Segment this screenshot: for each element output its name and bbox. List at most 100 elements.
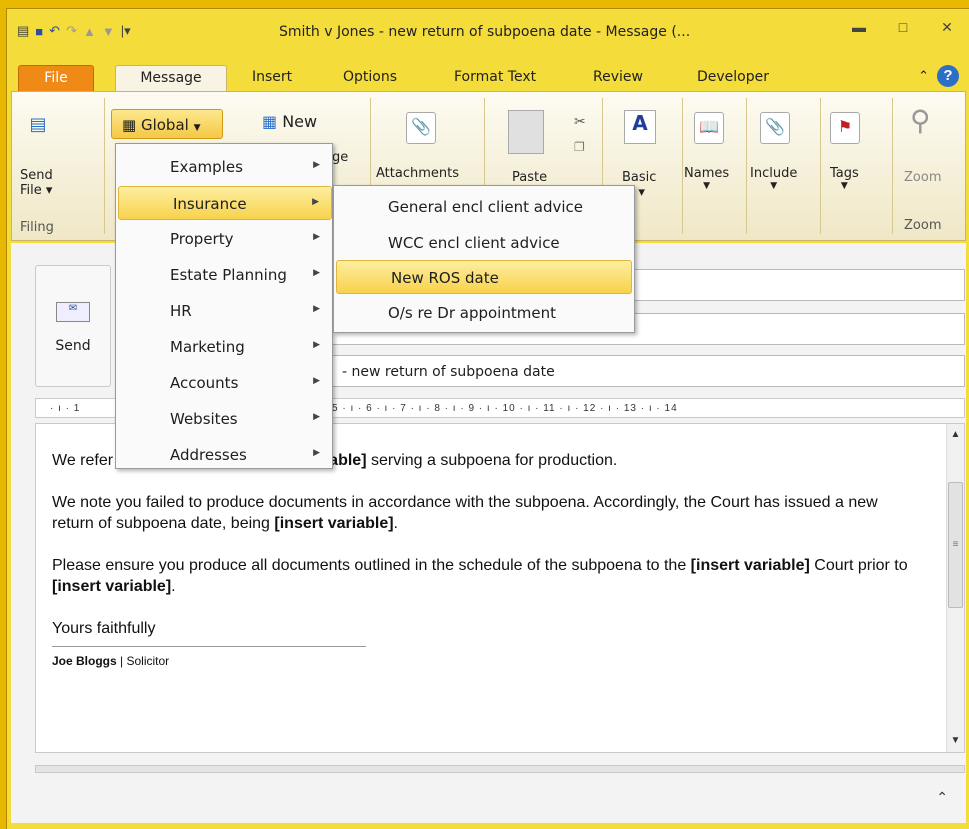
ribbon-separator [892, 98, 893, 234]
menu-item-property[interactable]: Property ▶ [116, 222, 332, 256]
menu-item-estate-planning[interactable]: Estate Planning ▶ [116, 258, 332, 292]
tab-format-text[interactable]: Format Text [454, 65, 536, 91]
submenu-arrow-icon: ▶ [312, 197, 319, 207]
undo-icon[interactable]: ↶ [49, 23, 60, 39]
zoom-button[interactable]: Zoom [904, 170, 941, 185]
subject-field[interactable]: - new return of subpoena date [309, 355, 965, 387]
send-button[interactable]: ✉ Send [35, 265, 111, 387]
menu-item-general-encl-client-advice[interactable]: General encl client advice [334, 190, 634, 224]
names-dropdown-icon: ▼ [703, 181, 711, 191]
include-button[interactable]: Include ▼ [750, 166, 797, 191]
tab-review[interactable]: Review [593, 65, 643, 91]
global-label: Global [140, 116, 189, 134]
save-icon[interactable]: ■ [35, 24, 43, 39]
minimize-ribbon-icon[interactable]: ⌃ [918, 68, 929, 84]
title-bar: ▤ ■ ↶ ↷ ▲ ▼ |▾ Smith v Jones - new retur… [7, 9, 969, 57]
help-icon[interactable]: ? [937, 65, 959, 87]
submenu-arrow-icon: ▶ [313, 340, 320, 350]
menu-item-hr[interactable]: HR ▶ [116, 294, 332, 328]
scroll-down-icon[interactable]: ▼ [948, 732, 963, 750]
customize-icon[interactable]: |▾ [121, 23, 131, 39]
include-icon: 📎 [760, 112, 790, 144]
flag-icon: ⚑ [830, 112, 860, 144]
tags-button[interactable]: Tags ▼ [830, 166, 859, 191]
send-file-button[interactable]: Send File ▾ [20, 168, 53, 198]
ribbon-separator [746, 98, 747, 234]
global-button[interactable]: ▦ Global ▼ [111, 109, 223, 139]
menu-item-examples[interactable]: Examples ▶ [116, 150, 332, 184]
tab-insert[interactable]: Insert [252, 65, 292, 91]
down-icon[interactable]: ▼ [102, 24, 115, 39]
help-area: ⌃ ? [918, 65, 959, 87]
window-title: Smith v Jones - new return of subpoena d… [279, 24, 691, 40]
paste-icon [508, 110, 544, 154]
filing-group-label: Filing [20, 220, 54, 235]
global-icon: ▦ [122, 116, 141, 134]
include-label: Include [750, 166, 798, 181]
message-partial-label: ge [332, 150, 349, 165]
paragraph-3: Please ensure you produce all documents … [52, 557, 908, 595]
send-file-label: Send [20, 168, 53, 183]
minimize-icon[interactable]: ▬ [837, 19, 881, 36]
new-icon: ▦ [262, 112, 283, 131]
scroll-thumb[interactable]: ≡ [948, 482, 963, 608]
submenu-arrow-icon: ▶ [313, 412, 320, 422]
chevron-up-icon[interactable]: ⌃ [936, 789, 948, 806]
send-label: Send [55, 338, 91, 354]
send-file-sub: File ▾ [20, 183, 53, 198]
new-button[interactable]: ▦ New [262, 112, 317, 131]
zoom-icon: ⚲ [910, 104, 931, 137]
attachment-icon: 📎 [406, 112, 436, 144]
attachments-button[interactable]: Attachments [376, 166, 459, 181]
cut-icon[interactable]: ✂ [574, 114, 586, 130]
tab-message[interactable]: Message [115, 65, 227, 91]
menu-item-marketing[interactable]: Marketing ▶ [116, 330, 332, 364]
names-button[interactable]: Names ▼ [684, 166, 729, 191]
submenu-arrow-icon: ▶ [313, 232, 320, 242]
send-icon: ✉ [56, 302, 90, 322]
global-menu: Examples ▶ Insurance ▶ Property ▶ Estate Pl… [115, 143, 333, 469]
tab-options[interactable]: Options [343, 65, 397, 91]
tab-file[interactable]: File [18, 65, 94, 91]
submenu-arrow-icon: ▶ [313, 304, 320, 314]
horizontal-divider [35, 765, 965, 773]
menu-item-insurance[interactable]: Insurance ▶ [118, 186, 332, 220]
menu-item-new-ros-date[interactable]: New ROS date [336, 260, 632, 294]
menu-item-accounts[interactable]: Accounts ▶ [116, 366, 332, 400]
message-body[interactable]: We refer to our letter dated [insert var… [35, 423, 965, 753]
ribbon-separator [682, 98, 683, 234]
ribbon-separator [820, 98, 821, 234]
app-icon[interactable]: ▤ [17, 23, 29, 39]
insurance-submenu: General encl client advice WCC encl clie… [333, 185, 635, 333]
close-icon[interactable]: ✕ [925, 19, 969, 36]
copy-icon[interactable]: ❐ [574, 140, 585, 154]
vertical-scrollbar[interactable]: ▲ ≡ ▼ [946, 424, 964, 752]
names-label: Names [684, 166, 730, 181]
chevron-down-icon: ▼ [193, 123, 201, 133]
scroll-up-icon[interactable]: ▲ [948, 426, 963, 444]
ruler-marks: 5 · ı · 6 · ı · 7 · ı · 8 · ı · 9 · ı · … [332, 403, 678, 414]
menu-item-websites[interactable]: Websites ▶ [116, 402, 332, 436]
menu-item-addresses[interactable]: Addresses ▶ [116, 438, 332, 472]
tags-dropdown-icon: ▼ [840, 181, 848, 191]
basic-label: Basic [622, 170, 657, 185]
ribbon-tabs: File Message Insert Options Format Text … [7, 61, 969, 91]
menu-item-os-re-dr-appointment[interactable]: O/s re Dr appointment [334, 296, 634, 330]
ruler-left: · ı · 1 [50, 403, 81, 414]
window-controls: ▬ □ ✕ [837, 19, 969, 36]
tab-developer[interactable]: Developer [697, 65, 769, 91]
letter-text[interactable]: We refer to our letter dated [insert var… [52, 450, 922, 672]
address-book-icon: 📖 [694, 112, 724, 144]
paragraph-2: We note you failed to produce documents … [52, 494, 878, 532]
up-icon[interactable]: ▲ [83, 24, 96, 39]
submenu-arrow-icon: ▶ [313, 448, 320, 458]
include-dropdown-icon: ▼ [770, 181, 778, 191]
redo-icon[interactable]: ↷ [66, 23, 77, 39]
submenu-arrow-icon: ▶ [313, 268, 320, 278]
outlook-message-window: ▤ ■ ↶ ↷ ▲ ▼ |▾ Smith v Jones - new retur… [6, 8, 969, 829]
menu-item-wcc-encl-client-advice[interactable]: WCC encl client advice [334, 226, 634, 260]
maximize-icon[interactable]: □ [881, 19, 925, 36]
paste-button[interactable]: Paste [512, 170, 547, 185]
signature: Joe Bloggs | Solicitor [52, 646, 366, 672]
tags-label: Tags [830, 166, 859, 181]
